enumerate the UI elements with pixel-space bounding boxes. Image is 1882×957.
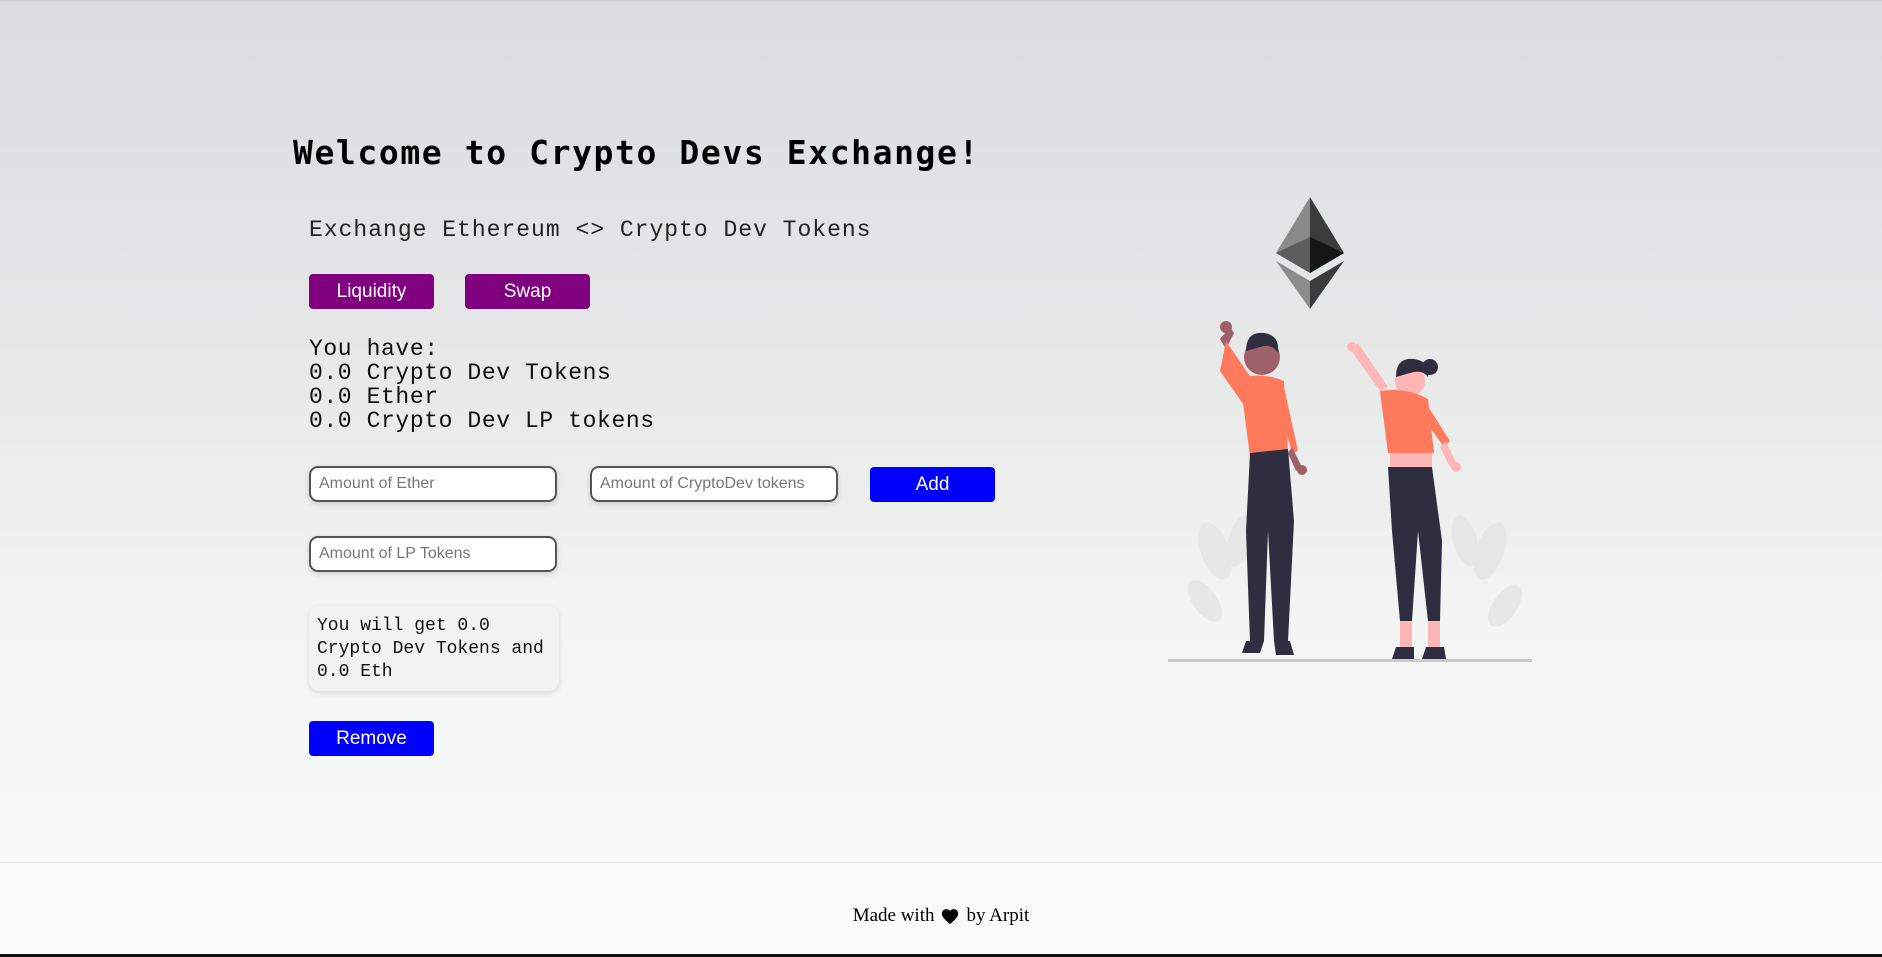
footer-credit: Made with by Arpit xyxy=(0,905,1882,927)
heart-icon xyxy=(942,909,959,925)
remove-liquidity-button[interactable]: Remove xyxy=(309,721,434,756)
footer-author: by Arpit xyxy=(966,905,1030,926)
footer-made-with: Made with xyxy=(852,905,935,926)
balance-lp-tokens: 0.0 Crypto Dev LP tokens xyxy=(309,408,655,434)
remove-result-box: You will get 0.0 Crypto Dev Tokens and 0… xyxy=(309,606,559,691)
cryptodev-amount-input[interactable] xyxy=(590,466,838,502)
balance-ether: 0.0 Ether xyxy=(309,384,439,410)
page-title: Welcome to Crypto Devs Exchange! xyxy=(293,133,980,172)
footer: Made with by Arpit xyxy=(0,862,1882,955)
background-plants-icon xyxy=(1188,515,1522,627)
lp-amount-input[interactable] xyxy=(309,536,557,572)
liquidity-tab-button[interactable]: Liquidity xyxy=(309,274,434,309)
main-area: Welcome to Crypto Devs Exchange! Exchang… xyxy=(0,0,1882,863)
ether-amount-input[interactable] xyxy=(309,466,557,502)
page-subtitle: Exchange Ethereum <> Crypto Dev Tokens xyxy=(309,217,872,243)
man-figure-icon xyxy=(1220,321,1307,655)
woman-figure-icon xyxy=(1347,342,1461,659)
ground-line xyxy=(1168,659,1532,662)
celebration-illustration xyxy=(1168,197,1532,662)
balances-heading: You have: xyxy=(309,336,439,362)
balances-panel: You have: 0.0 Crypto Dev Tokens 0.0 Ethe… xyxy=(309,337,655,433)
add-liquidity-button[interactable]: Add xyxy=(870,467,995,502)
balance-crypto-dev-tokens: 0.0 Crypto Dev Tokens xyxy=(309,360,612,386)
swap-tab-button[interactable]: Swap xyxy=(465,274,590,309)
ethereum-logo-icon xyxy=(1276,197,1344,309)
